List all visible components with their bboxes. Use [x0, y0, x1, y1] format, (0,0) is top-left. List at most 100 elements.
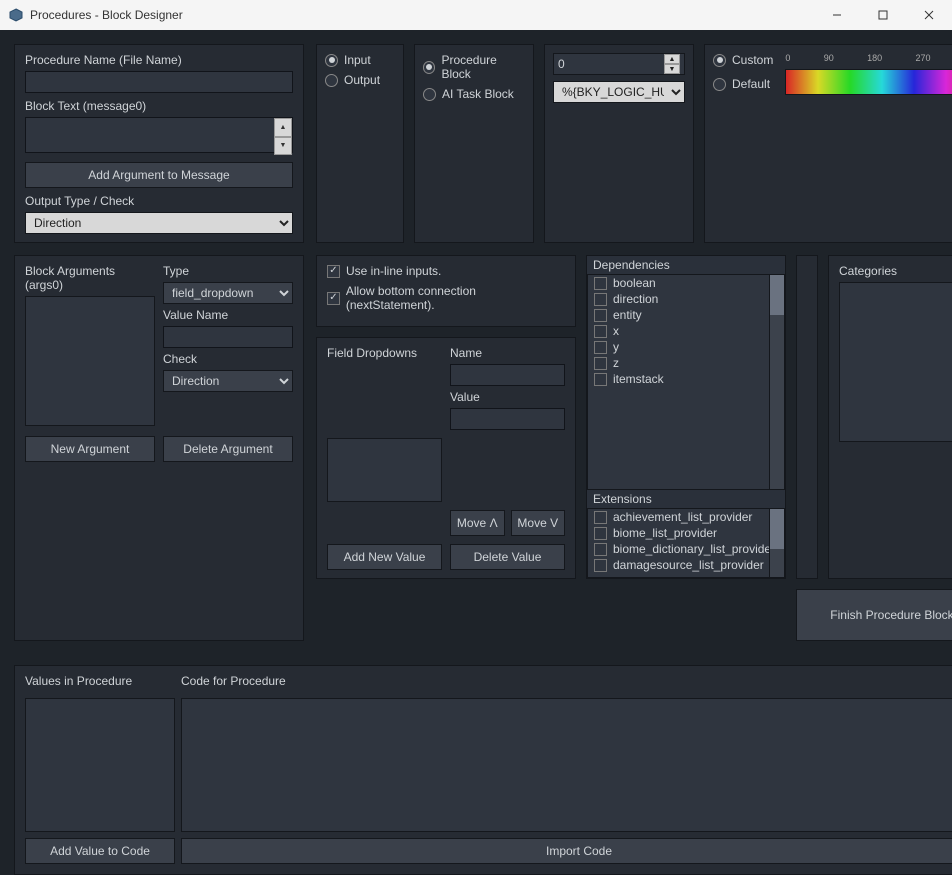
categories-panel-spacer: [796, 255, 818, 579]
use-inline-checkbox[interactable]: Use in-line inputs.: [327, 264, 565, 278]
list-item: damagesource_list_provider: [588, 557, 784, 573]
block-text-input[interactable]: [25, 117, 293, 153]
code-header: Code for Procedure: [181, 672, 952, 692]
checkbox-icon[interactable]: [594, 527, 607, 540]
args-type-label: Type: [163, 264, 293, 278]
checkbox-icon[interactable]: [594, 543, 607, 556]
values-header: Values in Procedure: [25, 672, 175, 692]
extensions-header: Extensions: [587, 490, 785, 508]
new-argument-button[interactable]: New Argument: [25, 436, 155, 462]
finish-procedure-button[interactable]: Finish Procedure Block: [796, 589, 952, 641]
inline-options-panel: Use in-line inputs. Allow bottom connect…: [316, 255, 576, 327]
args-value-name-label: Value Name: [163, 308, 293, 322]
radio-icon: [423, 88, 436, 101]
list-item: z: [588, 355, 784, 371]
scrollbar[interactable]: [769, 275, 784, 489]
list-item: biome_dictionary_list_provider: [588, 541, 784, 557]
procedure-name-label: Procedure Name (File Name): [25, 53, 293, 67]
list-item: achievement_list_provider: [588, 509, 784, 525]
checkbox-icon[interactable]: [594, 357, 607, 370]
delete-value-button[interactable]: Delete Value: [450, 544, 565, 570]
field-dd-header: Field Dropdowns: [327, 346, 442, 426]
list-item: entity: [588, 307, 784, 323]
minimize-button[interactable]: [814, 0, 860, 30]
radio-custom[interactable]: Custom: [713, 53, 773, 67]
args-check-select[interactable]: Direction: [163, 370, 293, 392]
radio-icon: [423, 61, 435, 74]
add-value-to-code-button[interactable]: Add Value to Code: [25, 838, 175, 864]
hue-preset-select[interactable]: %{BKY_LOGIC_HUE}: [553, 81, 685, 103]
categories-header: Categories: [839, 264, 952, 278]
field-dd-name-label: Name: [450, 346, 565, 360]
field-dd-value-input[interactable]: [450, 408, 565, 430]
radio-default[interactable]: Default: [713, 77, 773, 91]
window-title: Procedures - Block Designer: [30, 8, 814, 22]
radio-input[interactable]: Input: [325, 53, 395, 67]
radio-procedure-block[interactable]: Procedure Block: [423, 53, 525, 81]
args-type-select[interactable]: field_dropdown: [163, 282, 293, 304]
checkbox-icon[interactable]: [594, 373, 607, 386]
delete-argument-button[interactable]: Delete Argument: [163, 436, 293, 462]
checkbox-icon[interactable]: [594, 341, 607, 354]
checkbox-icon[interactable]: [594, 293, 607, 306]
checkbox-icon[interactable]: [594, 309, 607, 322]
dependencies-header: Dependencies: [587, 256, 785, 274]
categories-panel: Categories: [828, 255, 952, 579]
checkbox-icon[interactable]: [594, 559, 607, 572]
values-list[interactable]: [25, 698, 175, 832]
hue-number-input[interactable]: 0 ▲▼: [553, 53, 685, 75]
checkbox-icon[interactable]: [594, 277, 607, 290]
list-item: direction: [588, 291, 784, 307]
hue-slider[interactable]: [785, 69, 952, 95]
checkbox-icon: [327, 265, 340, 278]
code-panel: Values in Procedure Code for Procedure A…: [14, 665, 952, 875]
block-type-panel: Procedure Block AI Task Block: [414, 44, 534, 243]
args-header: Block Arguments (args0): [25, 264, 155, 292]
field-dd-name-input[interactable]: [450, 364, 565, 386]
titlebar: Procedures - Block Designer: [0, 0, 952, 30]
import-code-button[interactable]: Import Code: [181, 838, 952, 864]
checkbox-icon: [327, 292, 340, 305]
add-argument-button[interactable]: Add Argument to Message: [25, 162, 293, 188]
add-new-value-button[interactable]: Add New Value: [327, 544, 442, 570]
checkbox-icon[interactable]: [594, 511, 607, 524]
deps-ext-panel: Dependencies boolean direction entity x …: [586, 255, 786, 579]
app-icon: [8, 7, 24, 23]
radio-output[interactable]: Output: [325, 73, 395, 87]
io-panel: Input Output: [316, 44, 404, 243]
checkbox-icon[interactable]: [594, 325, 607, 338]
block-text-label: Block Text (message0): [25, 99, 293, 113]
code-editor[interactable]: [181, 698, 952, 832]
radio-icon: [713, 54, 726, 67]
output-type-label: Output Type / Check: [25, 194, 293, 208]
list-item: y: [588, 339, 784, 355]
list-item: boolean: [588, 275, 784, 291]
list-item: biome_list_provider: [588, 525, 784, 541]
move-up-button[interactable]: Move Λ: [450, 510, 505, 536]
radio-icon: [325, 54, 338, 67]
scrollbar[interactable]: [769, 509, 784, 577]
hue-tick-labels: 090180270360: [785, 53, 952, 63]
spinner-arrows-icon[interactable]: ▲▼: [664, 54, 680, 74]
hue-mode-panel: Custom Default 090180270360: [704, 44, 952, 243]
maximize-button[interactable]: [860, 0, 906, 30]
list-item: x: [588, 323, 784, 339]
args-value-name-input[interactable]: [163, 326, 293, 348]
output-type-select[interactable]: Direction: [25, 212, 293, 234]
move-down-button[interactable]: Move V: [511, 510, 566, 536]
radio-icon: [325, 74, 338, 87]
allow-bottom-checkbox[interactable]: Allow bottom connection (nextStatement).: [327, 284, 565, 312]
field-dd-list[interactable]: [327, 438, 442, 502]
args-check-label: Check: [163, 352, 293, 366]
radio-icon: [713, 78, 726, 91]
args-list[interactable]: [25, 296, 155, 426]
list-item: itemstack: [588, 371, 784, 387]
block-text-spinner[interactable]: ▲▼: [274, 118, 292, 155]
procedure-name-input[interactable]: [25, 71, 293, 93]
radio-ai-task-block[interactable]: AI Task Block: [423, 87, 525, 101]
categories-list[interactable]: [839, 282, 952, 442]
dependencies-list[interactable]: boolean direction entity x y z itemstack: [587, 274, 785, 490]
extensions-list[interactable]: achievement_list_provider biome_list_pro…: [587, 508, 785, 578]
close-button[interactable]: [906, 0, 952, 30]
procedure-name-panel: Procedure Name (File Name) Block Text (m…: [14, 44, 304, 243]
